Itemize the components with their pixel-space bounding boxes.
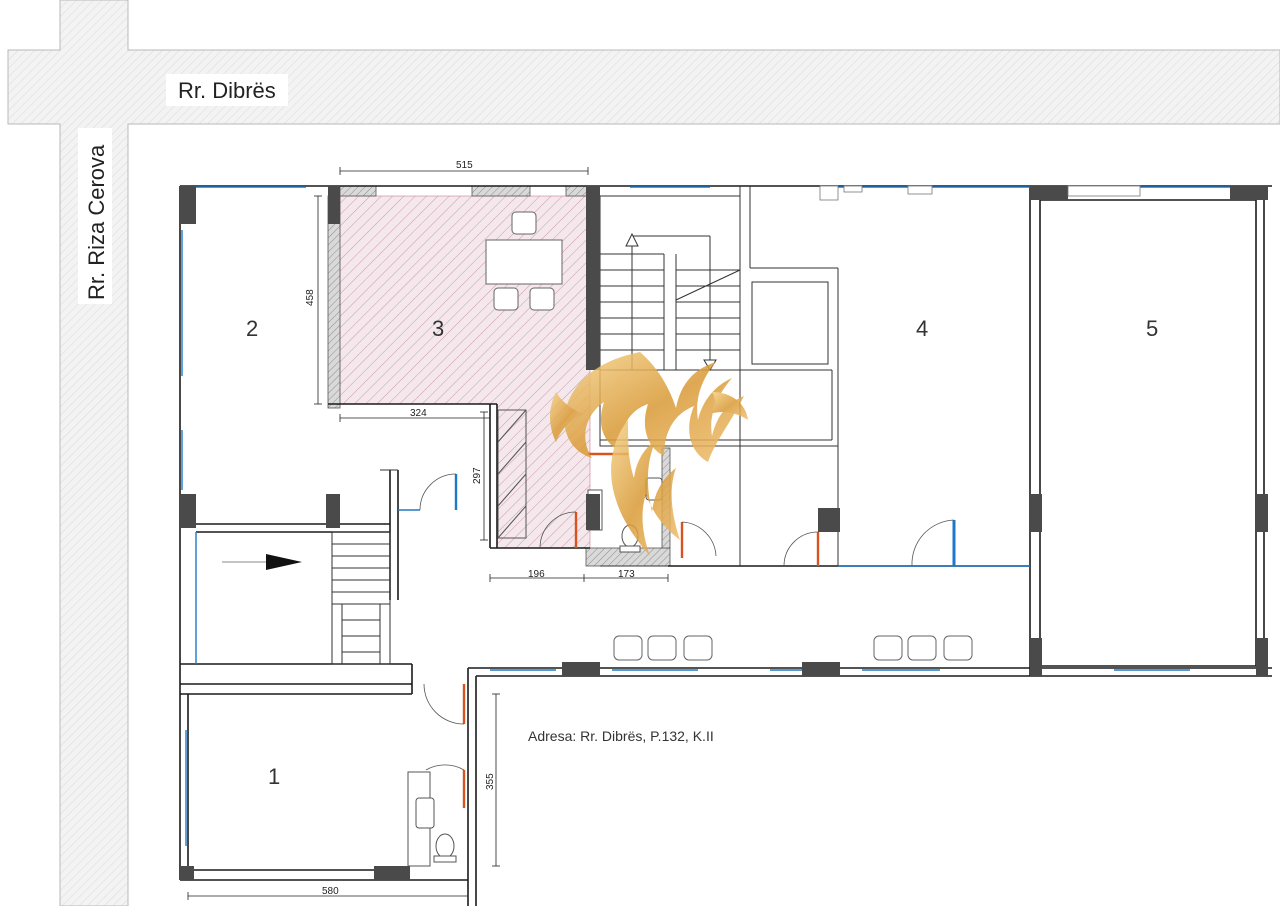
dim-room3-height: 458 bbox=[305, 289, 316, 306]
dim-bottom-right: 173 bbox=[618, 569, 635, 580]
street-name-vertical: Rr. Riza Cerova bbox=[84, 144, 109, 300]
room-label-4: 4 bbox=[916, 316, 928, 341]
room-label-2: 2 bbox=[246, 316, 258, 341]
room-label-1: 1 bbox=[268, 764, 280, 789]
dim-corridor-height: 297 bbox=[472, 467, 483, 484]
room-3-top-wall-hatch-2 bbox=[471, 185, 531, 197]
dim-bottom-left: 196 bbox=[528, 569, 545, 580]
corridor-chairs bbox=[613, 635, 973, 661]
entrance-arrow-icon bbox=[222, 554, 302, 570]
street-name-horizontal: Rr. Dibrës bbox=[178, 78, 276, 103]
floor-plan: Rr. Dibrës Rr. Riza Cerova 515 458 324 2… bbox=[7, 0, 1280, 906]
dim-room3-bottom: 324 bbox=[410, 408, 427, 419]
room-label-5: 5 bbox=[1146, 316, 1158, 341]
room-3-top-wall-hatch bbox=[339, 185, 377, 197]
room-3-top-wall-hatch-3 bbox=[565, 185, 589, 197]
dim-room3-width: 515 bbox=[456, 160, 473, 171]
address-label: Adresa: Rr. Dibrës, P.132, K.II bbox=[528, 728, 714, 744]
dim-room1-width: 580 bbox=[322, 886, 339, 897]
entrance-stair bbox=[331, 469, 398, 665]
room-3-left-wall-hatch bbox=[327, 195, 341, 409]
dim-room1-height: 355 bbox=[485, 773, 496, 790]
window-frames bbox=[819, 185, 1141, 201]
room-label-3: 3 bbox=[432, 316, 444, 341]
